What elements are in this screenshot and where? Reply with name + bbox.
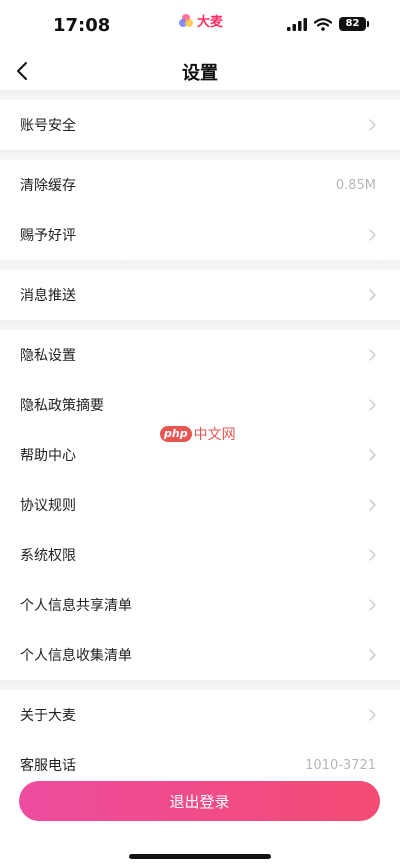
brand-indicator: 大麦: [178, 11, 223, 30]
section-divider: [0, 260, 400, 270]
battery-icon: 82: [339, 17, 369, 31]
settings-row-label: 协议规则: [20, 498, 76, 514]
settings-row-right: [369, 289, 376, 301]
home-indicator: [129, 854, 271, 859]
settings-row-label: 隐私政策摘要: [20, 398, 104, 414]
chevron-right-icon: [369, 709, 376, 721]
chevron-right-icon: [369, 349, 376, 361]
settings-row-label: 关于大麦: [20, 708, 76, 724]
settings-row-right: [369, 709, 376, 721]
settings-row-label: 帮助中心: [20, 448, 76, 464]
settings-row-right: 1010-3721: [305, 758, 376, 773]
settings-row-value: 0.85M: [335, 177, 376, 193]
watermark-text: 中文网: [193, 427, 236, 443]
watermark-badge: php: [160, 426, 192, 442]
settings-row[interactable]: 账号安全: [0, 100, 400, 150]
status-icons: 82: [287, 17, 369, 31]
chevron-right-icon: [369, 499, 376, 511]
chevron-right-icon: [369, 229, 376, 241]
settings-row-right: [369, 449, 376, 461]
settings-row-right: [369, 399, 376, 411]
settings-row-label: 隐私设置: [20, 348, 76, 364]
status-time: 17:08: [53, 15, 111, 36]
page-title: 设置: [182, 63, 218, 84]
settings-row-right: [369, 119, 376, 131]
section-divider: [0, 320, 400, 330]
settings-row-label: 个人信息共享清单: [20, 598, 132, 614]
navigation-bar: 设置: [0, 52, 400, 90]
damai-logo-icon: [179, 13, 193, 27]
watermark: php 中文网: [160, 424, 236, 444]
logout-button[interactable]: 退出登录: [19, 781, 380, 821]
brand-name: 大麦: [197, 15, 224, 30]
status-bar: 17:08 大麦 82: [0, 0, 400, 52]
settings-row[interactable]: 系统权限: [0, 530, 400, 580]
chevron-right-icon: [369, 119, 376, 131]
chevron-right-icon: [369, 289, 376, 301]
settings-row-label: 系统权限: [20, 548, 76, 564]
chevron-right-icon: [369, 649, 376, 661]
settings-row-label: 清除缓存: [20, 178, 76, 194]
settings-row[interactable]: 赐予好评: [0, 210, 400, 260]
settings-row[interactable]: 个人信息共享清单: [0, 580, 400, 630]
settings-row[interactable]: 个人信息收集清单: [0, 630, 400, 680]
section-divider: [0, 90, 400, 100]
settings-row-right: [369, 499, 376, 511]
settings-row-right: [369, 649, 376, 661]
section-divider: [0, 150, 400, 160]
chevron-right-icon: [369, 449, 376, 461]
settings-row-value: 1010-3721: [305, 757, 376, 773]
settings-row[interactable]: 隐私政策摘要: [0, 380, 400, 430]
settings-row-right: [369, 549, 376, 561]
cellular-signal-icon: [287, 17, 307, 31]
settings-row-label: 账号安全: [20, 118, 76, 134]
settings-row[interactable]: 隐私设置: [0, 330, 400, 380]
settings-row-right: 0.85M: [336, 178, 376, 193]
settings-row-label: 消息推送: [20, 288, 76, 304]
chevron-right-icon: [369, 399, 376, 411]
settings-row-right: [369, 349, 376, 361]
wifi-icon: [314, 17, 332, 31]
settings-row-right: [369, 599, 376, 611]
settings-row[interactable]: 清除缓存 0.85M: [0, 160, 400, 210]
chevron-right-icon: [369, 549, 376, 561]
chevron-right-icon: [369, 599, 376, 611]
settings-row-label: 客服电话: [20, 758, 76, 774]
settings-row-label: 个人信息收集清单: [20, 648, 132, 664]
settings-row-right: [369, 229, 376, 241]
settings-row[interactable]: 协议规则: [0, 480, 400, 530]
settings-row[interactable]: 关于大麦: [0, 690, 400, 740]
section-divider: [0, 680, 400, 690]
settings-row[interactable]: 消息推送: [0, 270, 400, 320]
settings-row-label: 赐予好评: [20, 228, 76, 244]
